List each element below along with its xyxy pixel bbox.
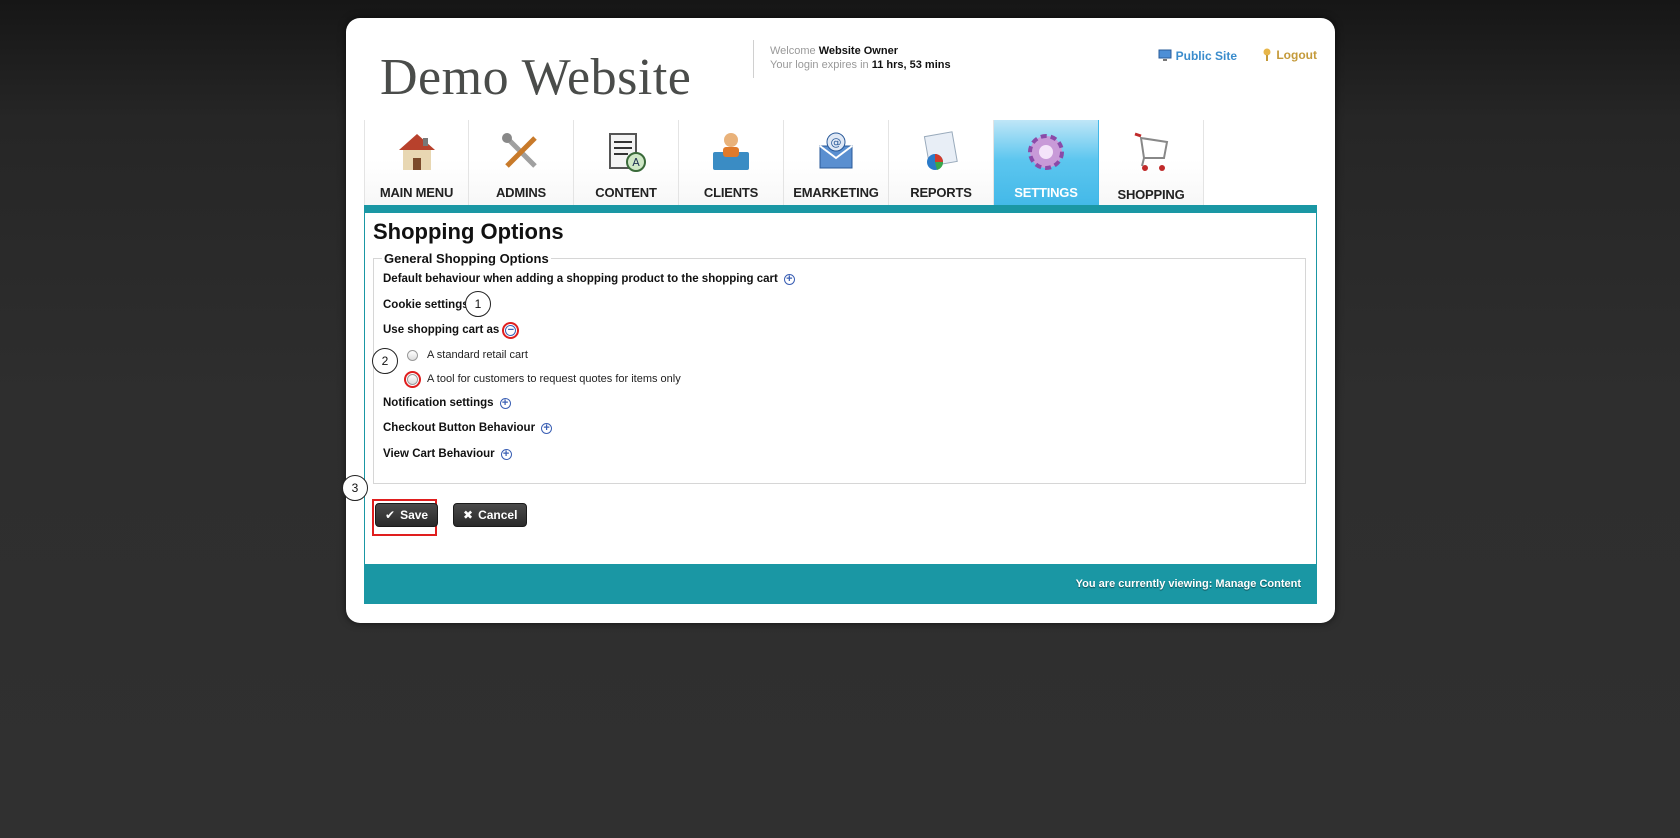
row-use-cart-as: Use shopping cart as − <box>383 321 520 339</box>
row-label: Use shopping cart as <box>383 324 500 336</box>
expand-icon[interactable]: + <box>500 448 512 460</box>
row-label: Checkout Button Behaviour <box>383 422 536 434</box>
option-label: A tool for customers to request quotes f… <box>427 373 681 385</box>
login-time: 11 hrs, 53 mins <box>871 59 951 71</box>
monitor-icon <box>1158 49 1172 61</box>
callout-1: 1 <box>465 291 491 317</box>
key-icon <box>1263 48 1271 61</box>
tab-shopping[interactable]: SHOPPING <box>1099 120 1204 208</box>
tab-clients[interactable]: CLIENTS <box>679 120 784 208</box>
row-view-cart-behaviour: View Cart Behaviour + <box>383 448 512 460</box>
row-label: Cookie settings <box>383 299 469 311</box>
tab-label: REPORTS <box>910 185 972 200</box>
logout-link[interactable]: Logout <box>1262 48 1317 62</box>
content-area: Shopping Options General Shopping Option… <box>364 205 1317 604</box>
cancel-button[interactable]: ✖ Cancel <box>453 503 528 527</box>
top-links: Public Site Logout <box>1136 48 1317 65</box>
expand-icon[interactable]: + <box>541 422 553 434</box>
tab-reports[interactable]: REPORTS <box>889 120 994 208</box>
main-panel: Demo Website Welcome Website Owner Your … <box>342 18 1335 623</box>
general-shopping-options: General Shopping Options Default behavio… <box>373 251 1306 484</box>
callout-2: 2 <box>372 348 398 374</box>
row-label: Default behaviour when adding a shopping… <box>383 273 778 285</box>
collapse-icon[interactable]: − <box>502 321 520 339</box>
tab-label: CONTENT <box>595 185 657 200</box>
tab-label: SETTINGS <box>1014 185 1078 200</box>
public-site-link[interactable]: Public Site <box>1158 49 1237 63</box>
tab-label: EMARKETING <box>793 185 879 200</box>
house-icon <box>398 134 435 170</box>
row-label: View Cart Behaviour <box>383 448 495 460</box>
user-name: Website Owner <box>818 45 898 57</box>
expand-icon[interactable]: + <box>499 397 511 409</box>
option-standard-cart: A standard retail cart <box>407 349 528 361</box>
row-label: Notification settings <box>383 397 494 409</box>
gear-icon <box>1028 134 1064 170</box>
document-icon: A <box>609 133 646 172</box>
welcome-block: Welcome Website Owner Your login expires… <box>770 44 951 72</box>
tools-icon <box>502 133 537 168</box>
tab-label: SHOPPING <box>1117 187 1185 202</box>
option-quotes-tool: A tool for customers to request quotes f… <box>404 370 681 388</box>
site-title: Demo Website <box>380 49 692 106</box>
tab-content[interactable]: A CONTENT <box>574 120 679 208</box>
email-icon: @ <box>819 132 853 169</box>
report-chart-icon <box>923 131 958 170</box>
footer-bar: You are currently viewing: Manage Conten… <box>364 564 1317 604</box>
svg-text:@: @ <box>831 136 842 149</box>
row-default-behaviour: Default behaviour when adding a shopping… <box>383 273 795 285</box>
tab-label: CLIENTS <box>703 185 759 200</box>
main-nav: MAIN MENU ADMINS A CONTENT CLIENTS @ EMA… <box>364 120 1204 208</box>
tab-settings[interactable]: SETTINGS <box>994 120 1099 208</box>
cancel-label: Cancel <box>478 508 518 522</box>
header-divider <box>753 40 754 78</box>
tab-admins[interactable]: ADMINS <box>469 120 574 208</box>
welcome-prefix: Welcome <box>770 45 816 57</box>
current-view-text: You are currently viewing: Manage Conten… <box>1075 578 1301 590</box>
public-site-label: Public Site <box>1175 48 1237 63</box>
radio-standard-cart[interactable] <box>407 349 418 361</box>
callout-3: 3 <box>342 475 368 501</box>
radio-quotes-tool[interactable] <box>404 370 421 388</box>
section-legend: General Shopping Options <box>382 251 551 266</box>
tab-main-menu[interactable]: MAIN MENU <box>364 120 469 208</box>
check-icon: ✔ <box>385 508 396 522</box>
expand-icon[interactable]: + <box>783 273 795 285</box>
shopping-cart-icon <box>1134 132 1169 171</box>
tab-label: MAIN MENU <box>379 185 454 200</box>
tab-emarketing[interactable]: @ EMARKETING <box>784 120 889 208</box>
svg-text:A: A <box>632 156 640 169</box>
save-label: Save <box>400 508 429 522</box>
row-cookie-settings: Cookie settings <box>383 299 469 311</box>
option-label: A standard retail cart <box>427 349 528 361</box>
cancel-x-icon: ✖ <box>463 508 474 522</box>
login-prefix: Your login expires in <box>770 59 869 71</box>
row-checkout-behaviour: Checkout Button Behaviour + <box>383 422 553 434</box>
page-title: Shopping Options <box>373 219 564 244</box>
tab-label: ADMINS <box>495 185 547 200</box>
row-notification-settings: Notification settings + <box>383 397 511 409</box>
person-folder-icon <box>713 133 749 170</box>
logout-label: Logout <box>1276 48 1317 62</box>
save-button[interactable]: ✔ Save <box>375 503 439 527</box>
